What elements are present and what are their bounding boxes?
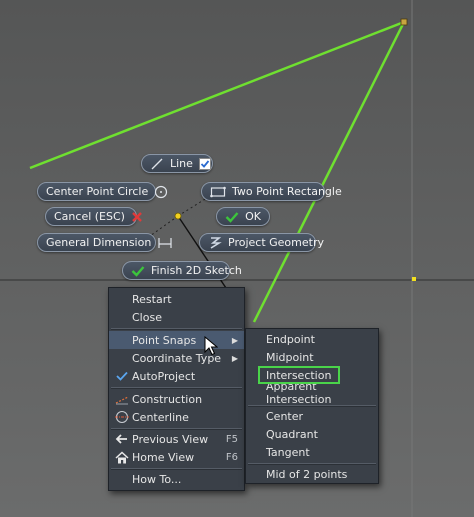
check-icon	[131, 264, 145, 278]
general-dimension-label: General Dimension	[46, 236, 152, 249]
project-geometry-label: Project Geometry	[228, 236, 324, 249]
dimension-icon	[157, 236, 173, 250]
cursor-point-marker	[174, 212, 182, 220]
two-point-rectangle-button[interactable]: Two Point Rectangle	[201, 182, 342, 201]
snap-tangent[interactable]: Tangent	[246, 443, 378, 461]
checkmark-icon	[115, 369, 129, 383]
line-icon	[150, 157, 164, 171]
home-icon	[115, 450, 129, 464]
check-icon	[198, 157, 211, 171]
previous-view-icon	[115, 432, 129, 446]
snap-apparent-intersection[interactable]: Apparent Intersection	[246, 380, 378, 406]
ok-button[interactable]: OK	[216, 207, 270, 226]
cancel-label: Cancel (ESC)	[54, 210, 125, 223]
centerline-icon	[115, 410, 129, 424]
center-point-circle-button[interactable]: Center Point Circle	[37, 182, 168, 201]
project-geometry-button[interactable]: Project Geometry	[199, 233, 324, 252]
menu-separator	[111, 387, 242, 389]
snap-midpoint[interactable]: Midpoint	[246, 348, 378, 366]
submenu-arrow-icon: ▶	[231, 353, 238, 363]
two-point-rectangle-label: Two Point Rectangle	[232, 185, 342, 198]
menu-item-close[interactable]: Close	[109, 308, 244, 326]
menu-item-point-snaps[interactable]: Point Snaps ▶	[109, 331, 244, 349]
line-button[interactable]: Line	[141, 154, 213, 173]
endpoint-marker[interactable]	[400, 18, 408, 26]
sketch-line-top[interactable]	[29, 20, 405, 170]
menu-item-construction[interactable]: Construction	[109, 390, 244, 408]
dotted-inference-line	[149, 215, 179, 237]
menu-item-home-view[interactable]: Home View F6	[109, 448, 244, 466]
mouse-cursor-icon	[204, 336, 218, 356]
check-icon	[225, 210, 239, 224]
menu-separator	[111, 328, 242, 330]
snap-endpoint[interactable]: Endpoint	[246, 330, 378, 348]
origin-marker	[412, 277, 416, 281]
line-label: Line	[170, 157, 193, 170]
menu-item-restart[interactable]: Restart	[109, 290, 244, 308]
menu-item-centerline[interactable]: Centerline	[109, 408, 244, 426]
finish-2d-sketch-button[interactable]: Finish 2D Sketch	[122, 261, 242, 280]
center-point-circle-label: Center Point Circle	[46, 185, 149, 198]
project-geometry-icon	[208, 236, 222, 250]
x-icon	[131, 210, 143, 224]
rectangle-icon	[210, 185, 226, 199]
construction-icon	[115, 392, 129, 406]
cancel-button[interactable]: Cancel (ESC)	[45, 207, 142, 226]
circle-icon	[154, 185, 168, 199]
menu-item-autoproject[interactable]: AutoProject	[109, 367, 244, 385]
snap-center[interactable]: Center	[246, 407, 378, 425]
finish-2d-sketch-label: Finish 2D Sketch	[151, 264, 242, 277]
menu-item-coordinate-type[interactable]: Coordinate Type ▶	[109, 349, 244, 367]
intersection-highlight-box	[258, 366, 340, 384]
context-menu: Restart Close Point Snaps ▶ Coordinate T…	[108, 287, 245, 491]
menu-item-how-to[interactable]: How To...	[109, 470, 244, 488]
menu-item-previous-view[interactable]: Previous View F5	[109, 430, 244, 448]
snap-quadrant[interactable]: Quadrant	[246, 425, 378, 443]
submenu-arrow-icon: ▶	[231, 335, 238, 345]
snap-mid-of-2-points[interactable]: Mid of 2 points	[246, 465, 378, 483]
ok-label: OK	[245, 210, 261, 223]
point-snaps-submenu: Endpoint Midpoint Intersection Apparent …	[245, 328, 379, 484]
general-dimension-button[interactable]: General Dimension	[37, 233, 172, 252]
sketch-line-right[interactable]	[252, 21, 406, 323]
